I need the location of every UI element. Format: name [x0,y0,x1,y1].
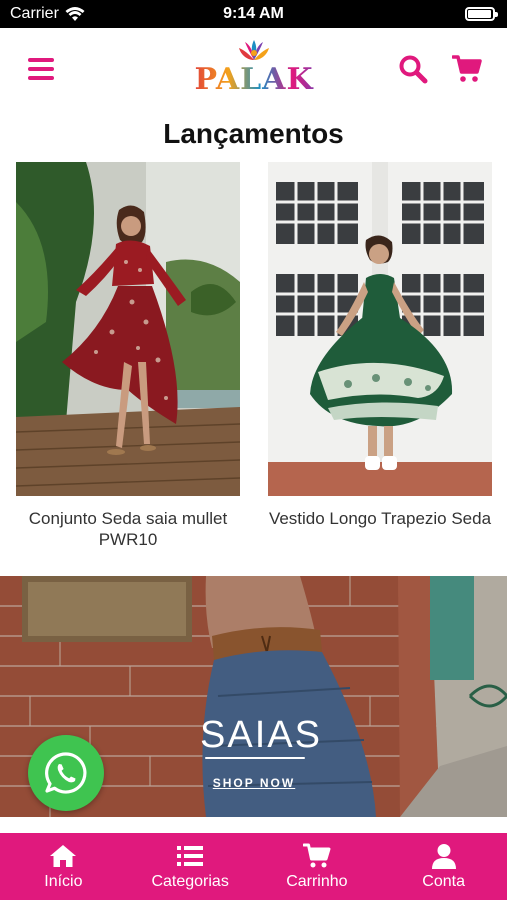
status-bar: Carrier 9:14 AM [0,0,507,28]
carrier-label: Carrier [10,5,59,22]
product-name[interactable]: Vestido Longo Trapezio Seda [268,508,492,529]
cart-button[interactable] [451,54,482,84]
section-title: Lançamentos [163,118,344,149]
battery-level [468,10,491,18]
app-header: PALAK [0,28,507,112]
tab-label: Carrinho [286,872,348,890]
tab-inicio[interactable]: Início [0,833,127,900]
cart-icon [451,55,482,82]
tab-label: Conta [422,872,465,890]
product-card[interactable]: Conjunto Seda saia mullet PWR10 [16,162,240,550]
product-image[interactable] [268,162,492,496]
brand-logo[interactable]: PALAK [190,38,318,104]
product-image[interactable] [16,162,240,496]
wifi-icon [65,6,85,21]
tab-label: Início [44,872,83,890]
lotus-logo-icon [239,40,269,60]
user-icon [431,843,456,869]
tab-carrinho[interactable]: Carrinho [254,833,381,900]
battery-icon [465,7,498,21]
shop-now-link[interactable]: SHOP NOW [196,776,312,790]
whatsapp-button[interactable] [28,735,104,811]
search-button[interactable] [398,54,428,84]
logo-text: PALAK [190,64,318,96]
status-left: Carrier [10,5,85,23]
search-icon [399,55,428,84]
home-icon [50,844,77,867]
tab-label: Categorias [151,872,229,890]
product-card[interactable]: Vestido Longo Trapezio Seda [268,162,492,529]
tab-conta[interactable]: Conta [380,833,507,900]
list-icon [177,845,204,866]
banner-divider [205,757,305,759]
cart-icon [302,843,331,867]
whatsapp-icon [45,752,87,794]
bottom-tab-bar: Início Categorias Carrinho Conta [0,833,507,900]
tab-categorias[interactable]: Categorias [127,833,254,900]
banner-title: SAIAS [200,714,322,756]
product-name[interactable]: Conjunto Seda saia mullet PWR10 [16,508,240,550]
hamburger-icon[interactable] [28,58,54,80]
